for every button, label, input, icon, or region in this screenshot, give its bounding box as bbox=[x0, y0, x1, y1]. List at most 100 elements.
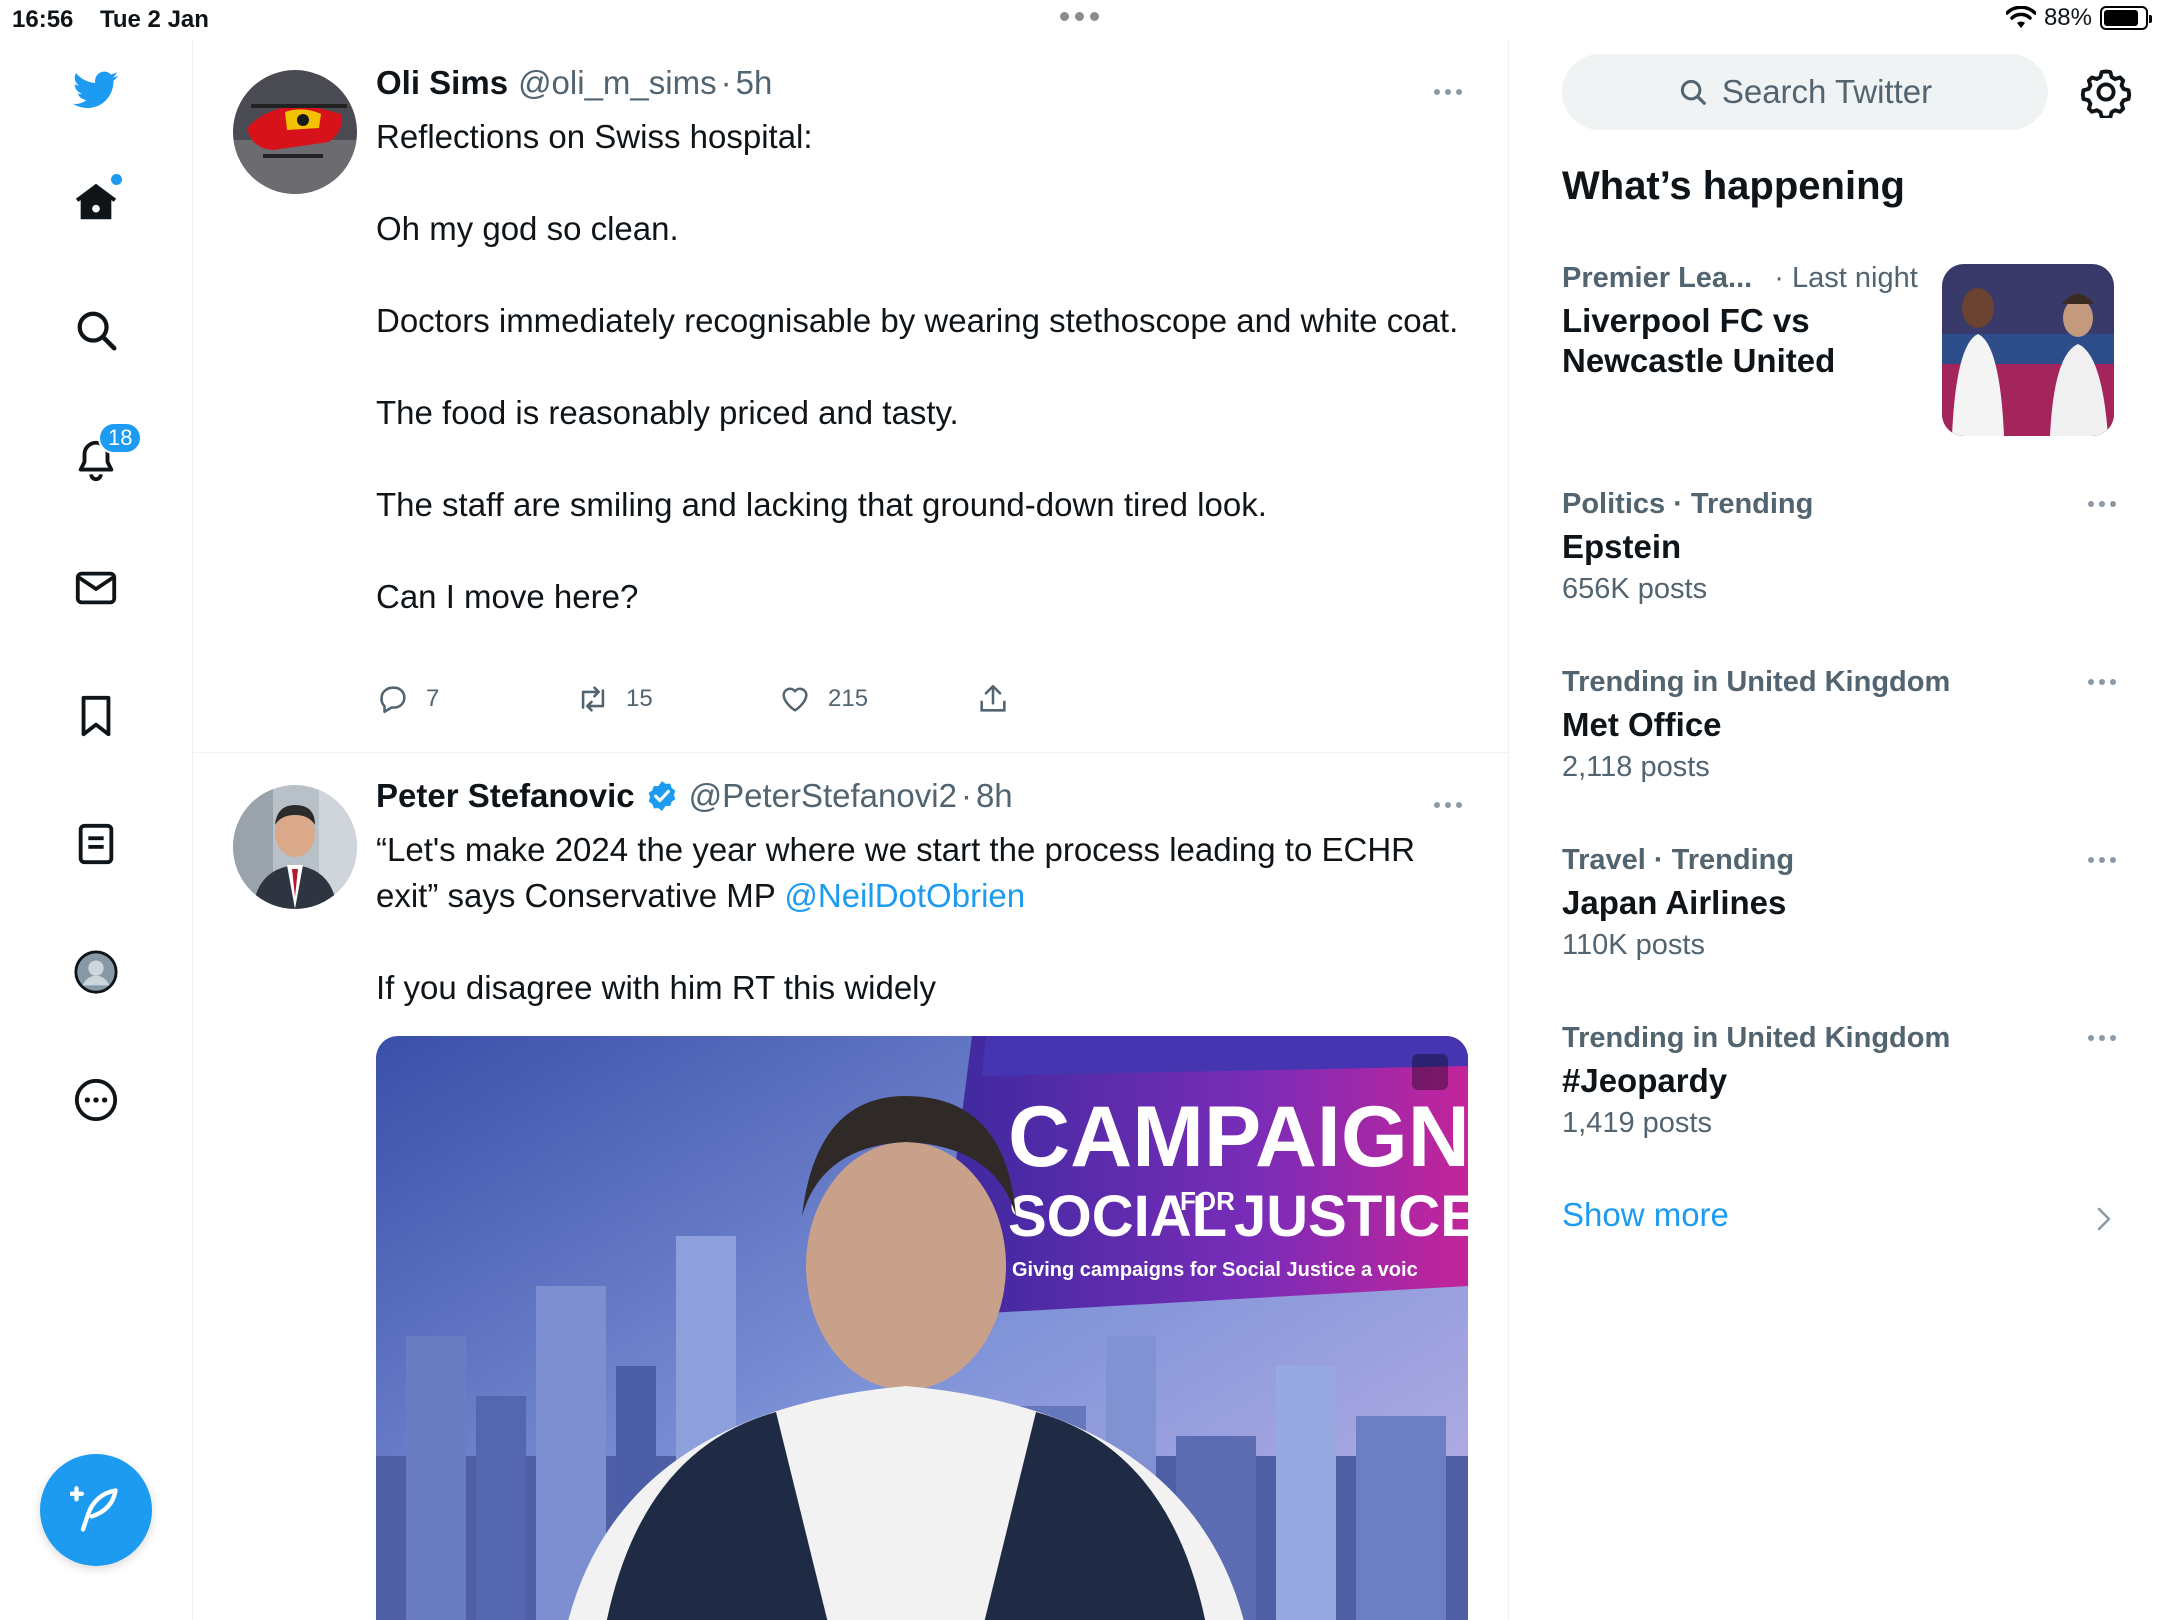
trend-item[interactable]: Politics · Trending Epstein 656K posts bbox=[1562, 488, 2122, 606]
tweet[interactable]: Oli Sims @oli_m_sims · 5h Reflections on… bbox=[193, 40, 1508, 753]
separator: · bbox=[960, 777, 972, 814]
handle[interactable]: @oli_m_sims bbox=[518, 64, 717, 102]
verified-badge-icon bbox=[648, 781, 675, 811]
tweet-line: If you disagree with him RT this widely bbox=[376, 969, 937, 1006]
avatar[interactable] bbox=[233, 785, 357, 909]
home-unread-dot bbox=[111, 174, 122, 185]
home-icon[interactable] bbox=[64, 170, 128, 234]
reply-button[interactable]: 7 bbox=[376, 682, 576, 716]
trend-category: Travel · Trending bbox=[1562, 844, 1795, 876]
like-count: 215 bbox=[828, 685, 869, 712]
tweet-video[interactable]: CAMPAIGN SOCIAL FOR JUSTICE Giving campa… bbox=[376, 1036, 1468, 1620]
retweet-icon bbox=[581, 686, 605, 712]
trend-item[interactable]: Trending in United Kingdom #Jeopardy 1,4… bbox=[1562, 1022, 2122, 1140]
trend-category: Premier Lea... bbox=[1562, 262, 1753, 294]
timestamp[interactable]: 5h bbox=[736, 64, 773, 102]
trend-category: Trending in United Kingdom bbox=[1562, 1022, 1951, 1054]
status-right: 88% bbox=[2005, 4, 2152, 32]
video-banner-subtitle-right: JUSTICE bbox=[1234, 1184, 1468, 1249]
trend-name: Met Office bbox=[1562, 706, 1722, 743]
reply-icon bbox=[380, 686, 406, 714]
tweet-line: Oh my god so clean. bbox=[376, 210, 679, 247]
share-icon bbox=[980, 684, 1006, 712]
trend-name: Japan Airlines bbox=[1562, 884, 1787, 921]
mention-link[interactable]: @NeilDotObrien bbox=[784, 877, 1025, 914]
tweet-line: Reflections on Swiss hospital: bbox=[376, 118, 813, 155]
reply-count: 7 bbox=[426, 685, 440, 712]
tweet-text: “Let's make 2024 the year where we start… bbox=[376, 827, 1466, 1011]
trend-item[interactable]: Trending in United Kingdom Met Office 2,… bbox=[1562, 666, 2122, 784]
tweet-line: The food is reasonably priced and tasty. bbox=[376, 394, 959, 431]
retweet-count: 15 bbox=[626, 685, 653, 712]
multitasking-handle[interactable] bbox=[1060, 12, 1099, 21]
compose-tweet-button[interactable] bbox=[40, 1454, 152, 1566]
like-button[interactable]: 215 bbox=[778, 682, 976, 716]
tweet-line: Can I move here? bbox=[376, 578, 639, 615]
tweet-line: Doctors immediately recognisable by wear… bbox=[376, 302, 1459, 339]
search-icon bbox=[1680, 79, 1706, 105]
display-name[interactable]: Oli Sims bbox=[376, 64, 508, 102]
battery-icon bbox=[2100, 6, 2152, 30]
more-circle-icon[interactable] bbox=[64, 1068, 128, 1132]
trend-name: #Jeopardy bbox=[1562, 1062, 1728, 1099]
search-input[interactable]: Search Twitter bbox=[1562, 54, 2048, 130]
wifi-icon bbox=[2005, 6, 2036, 28]
trend-more-button[interactable] bbox=[2082, 1028, 2122, 1048]
captions-icon[interactable] bbox=[1412, 1054, 1448, 1090]
feather-plus-icon bbox=[70, 1486, 118, 1532]
right-sidebar: Search Twitter What’s happening Premier … bbox=[1510, 40, 2160, 1620]
share-button[interactable] bbox=[976, 682, 1010, 716]
tweet-more-button[interactable] bbox=[1428, 795, 1468, 815]
bell-icon[interactable]: 18 bbox=[64, 422, 143, 492]
section-title: What’s happening bbox=[1562, 164, 1905, 208]
tweet-line: “Let's make 2024 the year where we start… bbox=[376, 827, 1466, 919]
trend-count: 2,118 posts bbox=[1562, 751, 1710, 783]
tweet-header: Peter Stefanovic @PeterStefanovi2 · 8h bbox=[376, 777, 1013, 815]
bookmark-icon[interactable] bbox=[64, 684, 128, 748]
trend-time: · Last night bbox=[1774, 262, 1918, 294]
heart-icon bbox=[782, 687, 808, 712]
lists-icon[interactable] bbox=[64, 812, 128, 876]
status-bar: 16:56 Tue 2 Jan 88% bbox=[0, 0, 2160, 40]
tweet-more-button[interactable] bbox=[1428, 82, 1468, 102]
trend-item[interactable]: Travel · Trending Japan Airlines 110K po… bbox=[1562, 844, 2122, 962]
trend-more-button[interactable] bbox=[2082, 494, 2122, 514]
trend-category: Politics · Trending bbox=[1562, 488, 1814, 520]
trend-count: 656K posts bbox=[1562, 573, 1708, 605]
search-placeholder: Search Twitter bbox=[1721, 73, 1933, 110]
search-icon[interactable] bbox=[64, 298, 128, 362]
mail-icon[interactable] bbox=[64, 556, 128, 620]
handle[interactable]: @PeterStefanovi2 bbox=[689, 777, 957, 815]
twitter-logo-icon[interactable] bbox=[64, 58, 128, 122]
tweet-line: The staff are smiling and lacking that g… bbox=[376, 486, 1267, 523]
trend-category: Trending in United Kingdom bbox=[1562, 666, 1951, 698]
trend-more-button[interactable] bbox=[2082, 672, 2122, 692]
separator: · bbox=[720, 64, 732, 101]
status-time: 16:56 bbox=[12, 6, 74, 33]
notification-badge: 18 bbox=[98, 422, 143, 454]
video-frame: CAMPAIGN SOCIAL FOR JUSTICE Giving campa… bbox=[376, 1036, 1468, 1620]
trend-count: 110K posts bbox=[1562, 929, 1705, 961]
avatar[interactable] bbox=[233, 70, 357, 194]
tweet-text: Reflections on Swiss hospital: Oh my god… bbox=[376, 114, 1466, 620]
timestamp[interactable]: 8h bbox=[976, 777, 1013, 815]
tweet-header: Oli Sims @oli_m_sims · 5h bbox=[376, 64, 772, 102]
profile-icon[interactable] bbox=[64, 940, 128, 1004]
retweet-button[interactable]: 15 bbox=[576, 682, 778, 716]
gear-icon[interactable] bbox=[2080, 66, 2132, 118]
show-more-link[interactable]: Show more bbox=[1562, 1196, 1729, 1234]
tweet-actions: 7 15 215 bbox=[376, 682, 1010, 716]
left-nav: 18 bbox=[0, 40, 193, 1620]
trend-image[interactable] bbox=[1942, 264, 2114, 436]
display-name[interactable]: Peter Stefanovic bbox=[376, 777, 635, 815]
status-date: Tue 2 Jan bbox=[100, 6, 209, 33]
trend-more-button[interactable] bbox=[2082, 850, 2122, 870]
tweet[interactable]: Peter Stefanovic @PeterStefanovi2 · 8h “… bbox=[193, 753, 1508, 1620]
video-banner-subtitle-for: FOR bbox=[1180, 1186, 1235, 1216]
trend-name: Epstein bbox=[1562, 528, 1682, 565]
battery-percent: 88% bbox=[2043, 4, 2092, 31]
chevron-right-icon bbox=[2097, 1207, 2111, 1231]
trend-count: 1,419 posts bbox=[1562, 1107, 1712, 1139]
video-banner-tagline: Giving campaigns for Social Justice a vo… bbox=[1012, 1259, 1418, 1281]
video-banner-title: CAMPAIGN bbox=[1008, 1089, 1468, 1185]
